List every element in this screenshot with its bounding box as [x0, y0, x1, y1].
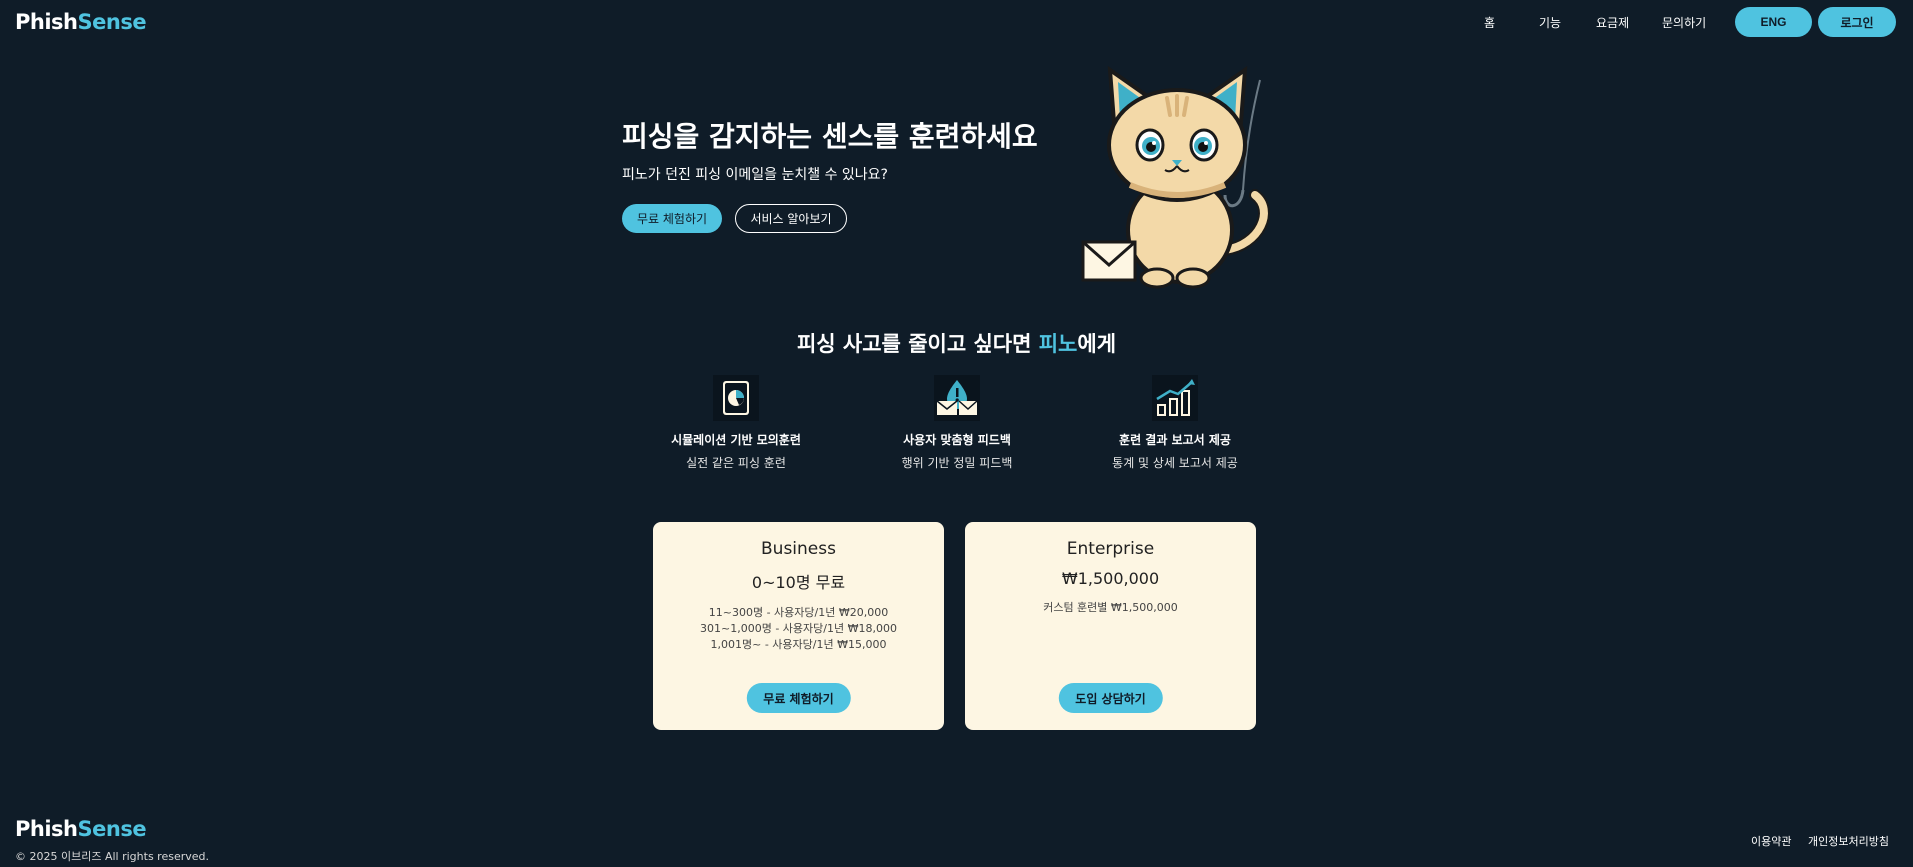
free-trial-button[interactable]: 무료 체험하기 — [622, 204, 722, 233]
privacy-policy-link[interactable]: 개인정보처리방침 — [1808, 833, 1889, 849]
plan-details: 커스텀 훈련별 ₩1,500,000 — [965, 600, 1256, 616]
business-free-trial-button[interactable]: 무료 체험하기 — [746, 683, 851, 713]
feature-title: 훈련 결과 보고서 제공 — [1119, 433, 1231, 447]
plan-price: 0~10명 무료 — [751, 573, 846, 592]
report-chart-icon — [713, 375, 759, 421]
nav-features[interactable]: 기능 — [1539, 14, 1561, 31]
login-button[interactable]: 로그인 — [1818, 7, 1896, 37]
learn-more-button[interactable]: 서비스 알아보기 — [735, 204, 847, 233]
plan-detail-line: 1,001명~ - 사용자당/1년 ₩15,000 — [710, 638, 887, 651]
alert-mail-icon — [934, 375, 980, 421]
logo[interactable]: PhishSense — [15, 10, 147, 34]
features-title-accent: 피노 — [1038, 332, 1078, 356]
hero-subtitle: 피노가 던진 피싱 이메일을 눈치챌 수 있나요? — [622, 167, 888, 183]
plan-detail-line: 커스텀 훈련별 ₩1,500,000 — [1043, 601, 1178, 614]
hero-title: 피싱을 감지하는 센스를 훈련하세요 — [622, 120, 1038, 153]
enterprise-consult-button[interactable]: 도입 상담하기 — [1058, 683, 1163, 713]
plan-details: 11~300명 - 사용자당/1년 ₩20,000 301~1,000명 - 사… — [653, 605, 944, 653]
footer-logo-text-sense: Sense — [77, 817, 147, 841]
feature-title: 시뮬레이션 기반 모의훈련 — [671, 433, 801, 447]
feature-desc: 행위 기반 정밀 피드백 — [901, 456, 1013, 470]
copyright-text: © 2025 이브리즈 All rights reserved. — [15, 850, 209, 863]
features-section-title: 피싱 사고를 줄이고 싶다면 피노에게 — [0, 328, 1913, 358]
growth-chart-icon — [1152, 375, 1198, 421]
features-title-text-2: 에게 — [1077, 332, 1117, 356]
footer-logo[interactable]: PhishSense — [15, 817, 147, 841]
nav-home[interactable]: 홈 — [1484, 14, 1495, 31]
plan-name: Enterprise — [1066, 539, 1155, 559]
pricing-card-enterprise: Enterprise ₩1,500,000 커스텀 훈련별 ₩1,500,000… — [965, 522, 1256, 730]
footer-logo-text-phish: Phish — [15, 817, 78, 841]
plan-price: ₩1,500,000 — [1061, 569, 1160, 588]
feature-desc: 통계 및 상세 보고서 제공 — [1112, 456, 1238, 470]
logo-text-phish: Phish — [15, 10, 78, 34]
logo-text-sense: Sense — [77, 10, 147, 34]
pricing-card-business: Business 0~10명 무료 11~300명 - 사용자당/1년 ₩20,… — [653, 522, 944, 730]
cat-mascot-icon — [1081, 65, 1270, 289]
plan-detail-line: 11~300명 - 사용자당/1년 ₩20,000 — [708, 606, 889, 619]
top-header: PhishSense 홈 기능 요금제 문의하기 ENG 로그인 — [0, 0, 1913, 44]
feature-item: 사용자 맞춤형 피드백 행위 기반 정밀 피드백 — [857, 375, 1057, 471]
feature-item: 훈련 결과 보고서 제공 통계 및 상세 보고서 제공 — [1075, 375, 1275, 471]
nav-pricing[interactable]: 요금제 — [1596, 14, 1629, 31]
language-button[interactable]: ENG — [1735, 7, 1812, 37]
terms-link[interactable]: 이용약관 — [1751, 833, 1791, 849]
plan-detail-line: 301~1,000명 - 사용자당/1년 ₩18,000 — [700, 622, 897, 635]
features-title-text-1: 피싱 사고를 줄이고 싶다면 — [796, 332, 1039, 356]
plan-name: Business — [761, 539, 836, 559]
feature-title: 사용자 맞춤형 피드백 — [903, 433, 1011, 447]
nav-contact[interactable]: 문의하기 — [1662, 14, 1706, 31]
feature-desc: 실전 같은 피싱 훈련 — [686, 456, 786, 470]
feature-item: 시뮬레이션 기반 모의훈련 실전 같은 피싱 훈련 — [636, 375, 836, 471]
